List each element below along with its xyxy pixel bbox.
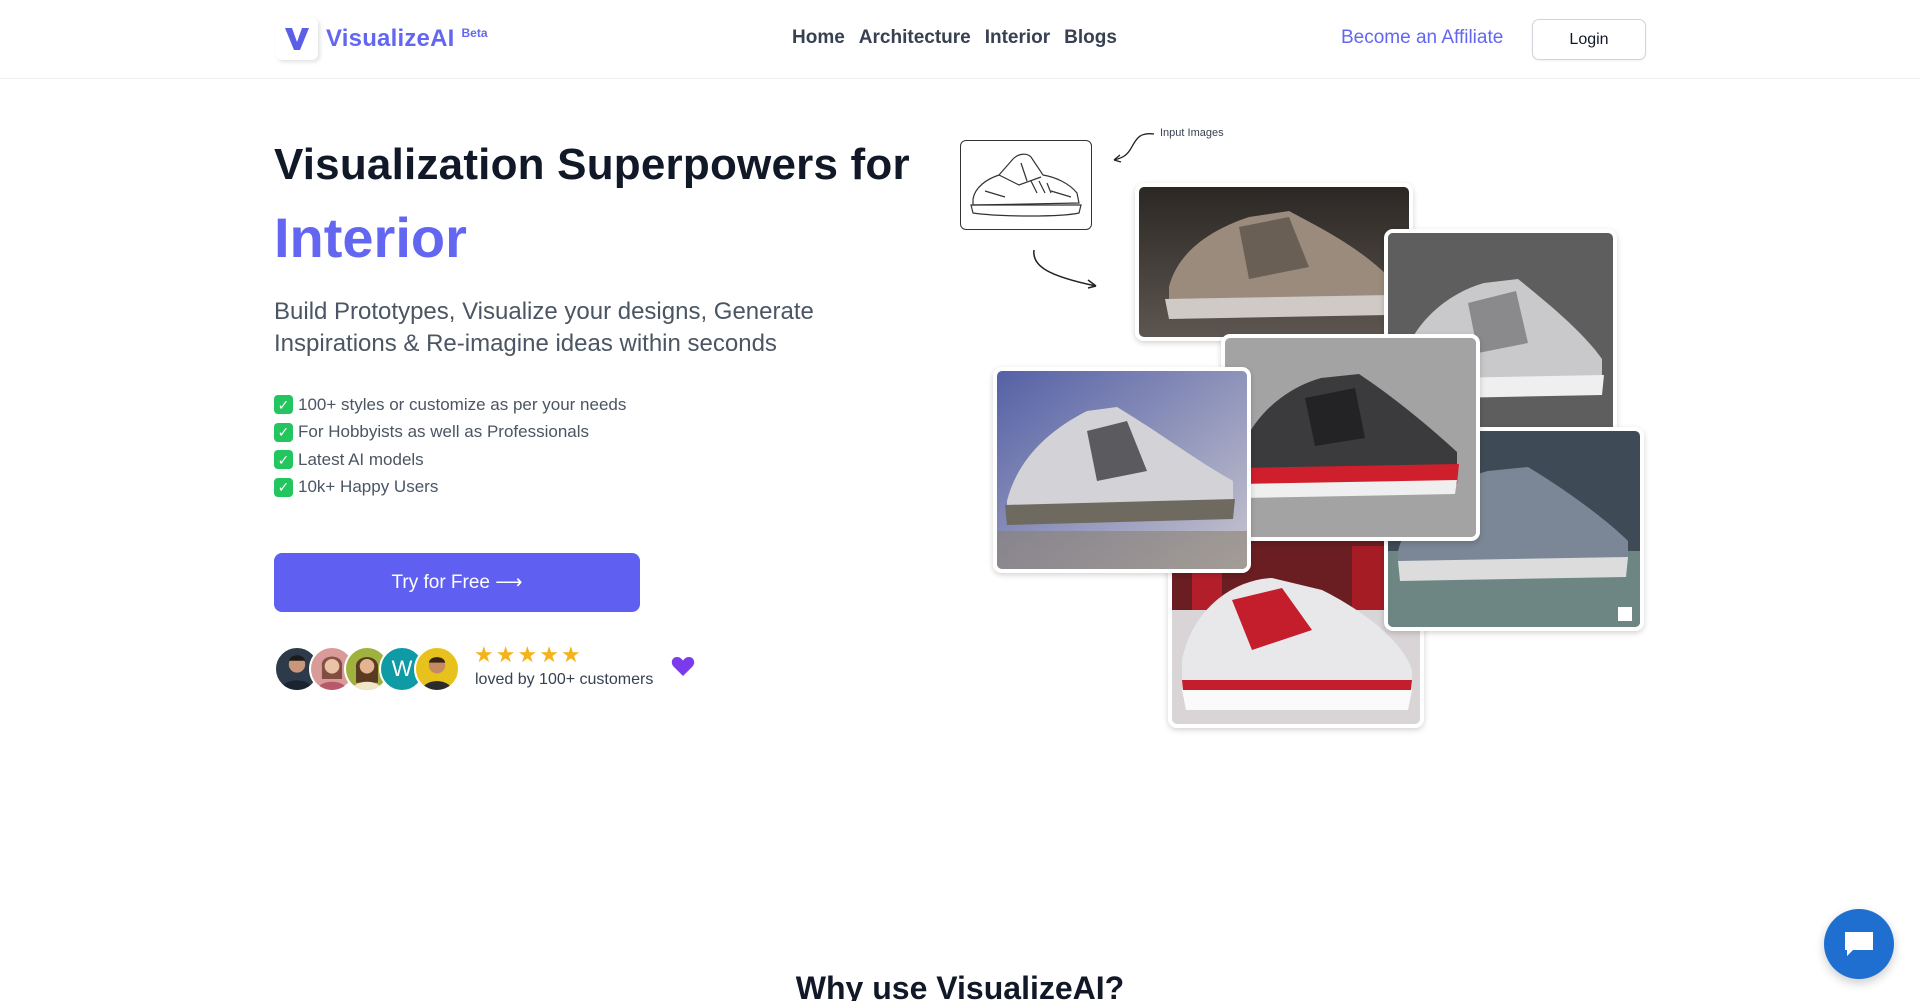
feature-item: ✓ 100+ styles or customize as per your n… [274, 391, 626, 419]
try-for-free-button[interactable]: Try for Free ⟶ [274, 553, 640, 612]
nav-architecture[interactable]: Architecture [859, 27, 971, 49]
avatar [414, 646, 460, 692]
brand-name: VisualizeAI [326, 25, 455, 52]
hero-title: Visualization Superpowers for [274, 140, 910, 189]
login-button[interactable]: Login [1532, 19, 1646, 60]
star-icon: ★ [517, 642, 538, 667]
input-sketch-image [960, 140, 1092, 230]
generated-sneaker-image [1221, 334, 1480, 541]
beta-badge: Beta [461, 26, 488, 40]
nav-interior[interactable]: Interior [985, 27, 1050, 49]
input-images-note: Input Images [1160, 127, 1224, 139]
feature-text: 100+ styles or customize as per your nee… [298, 394, 627, 414]
chat-bubble-icon [1845, 932, 1873, 956]
main-nav: Home Architecture Interior Blogs [792, 27, 1117, 49]
curved-arrow-icon [1113, 133, 1155, 163]
check-icon: ✓ [274, 450, 293, 470]
nav-home[interactable]: Home [792, 27, 845, 49]
generated-sneaker-image [993, 367, 1251, 573]
feature-text: Latest AI models [298, 449, 424, 469]
social-proof-text: loved by 100+ customers [475, 671, 654, 688]
become-affiliate-link[interactable]: Become an Affiliate [1341, 27, 1503, 49]
rating-stars: ★ ★ ★ ★ ★ [474, 642, 581, 668]
brand-logo[interactable]: VisualizeAI Beta [276, 18, 488, 60]
curved-arrow-icon [1033, 249, 1097, 289]
feature-item: ✓ Latest AI models [274, 446, 626, 474]
feature-text: For Hobbyists as well as Professionals [298, 422, 590, 442]
customer-avatars: W [274, 646, 460, 692]
star-icon: ★ [560, 642, 581, 667]
section-title: Why use VisualizeAI? [795, 970, 1125, 1001]
nav-blogs[interactable]: Blogs [1064, 27, 1117, 49]
logo-v-icon [276, 18, 318, 60]
star-icon: ★ [495, 642, 516, 667]
check-icon: ✓ [274, 422, 293, 442]
check-icon: ✓ [274, 395, 293, 415]
feature-list: ✓ 100+ styles or customize as per your n… [274, 391, 626, 501]
chat-widget-button[interactable] [1824, 909, 1894, 979]
star-icon: ★ [474, 642, 494, 667]
purple-heart-icon [671, 655, 695, 682]
check-icon: ✓ [274, 477, 293, 497]
feature-text: 10k+ Happy Users [298, 477, 439, 497]
star-icon: ★ [539, 642, 559, 667]
feature-item: ✓ 10k+ Happy Users [274, 474, 626, 502]
hero-rotating-word: Interior [274, 206, 467, 269]
feature-item: ✓ For Hobbyists as well as Professionals [274, 419, 626, 447]
generated-sneaker-image [1135, 183, 1413, 341]
avatar-letter: W [391, 656, 413, 681]
hero-subtitle: Build Prototypes, Visualize your designs… [274, 298, 814, 357]
top-navbar: VisualizeAI Beta Home Architecture Inter… [0, 0, 1920, 79]
